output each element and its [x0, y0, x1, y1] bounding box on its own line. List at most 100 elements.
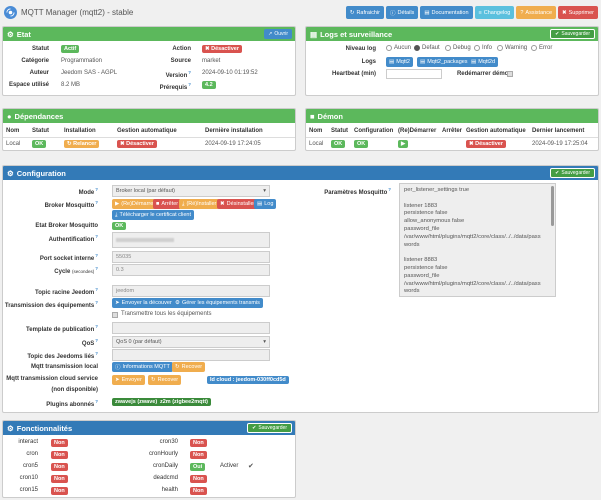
config-save-button[interactable]: ✔ Sauvegarder	[550, 168, 595, 178]
topic-racine-label: Topic racine Jeedom?	[35, 287, 98, 296]
broker-restart-button[interactable]: ▶ (Re)Démarrer	[112, 199, 159, 209]
statut-label: Statut	[32, 46, 49, 52]
prerequis-badge: 4.2	[202, 81, 216, 89]
topics-lies-input[interactable]	[112, 349, 270, 361]
help-icon: ?	[95, 200, 98, 205]
broker-log-button[interactable]: ▤ Log	[254, 199, 277, 209]
download-cert-button[interactable]: ⤓ Télécharger le certificat client	[112, 210, 194, 220]
authentification-input[interactable]	[112, 232, 270, 248]
logs-header: ▤ Logs et surveillance ✔ Sauvegarder	[306, 27, 598, 41]
log-level-aucun[interactable]: Aucun	[386, 45, 411, 51]
func-cron5-label: cron5	[22, 463, 38, 469]
manage-equipments-button[interactable]: ⚙ Gérer les équipements transmis	[172, 298, 263, 308]
fonctionnalites-panel: ⚙ Fonctionnalités ✔ Sauvegarder interact N…	[2, 420, 296, 498]
demon-start-button[interactable]: ▶	[398, 140, 409, 148]
demon-disable-button[interactable]: ✖ Désactiver	[466, 140, 506, 148]
dep-status-badge: OK	[32, 140, 47, 148]
changelog-button[interactable]: ≡ Changelog	[474, 6, 515, 19]
help-icon: ?	[95, 234, 98, 239]
dep-disable-button[interactable]: ✖ Désactiver	[117, 140, 157, 148]
heartbeat-label: Heartbeat (min)	[331, 71, 376, 77]
refresh-icon: ↻	[151, 377, 156, 383]
cloud-id-badge: Id cloud : jeedom-030ff0cd5d	[207, 376, 289, 384]
mode-select[interactable]: Broker local (par défaut) ▾	[112, 185, 270, 197]
template-input[interactable]	[112, 322, 270, 334]
delete-button[interactable]: ✖ Supprimer	[558, 6, 598, 19]
disable-plugin-button[interactable]: ✖ Désactiver	[202, 45, 242, 53]
send-discovery-button[interactable]: ➤ Envoyer la découverte	[112, 298, 180, 308]
params-mosquitto-textarea[interactable]: per_listener_settings true listener 1883 p…	[399, 183, 556, 297]
mqtt-plugin-icon	[4, 6, 17, 19]
demon-header: ■ Démon	[306, 109, 598, 123]
dep-col-gestion: Gestion automatique	[117, 128, 177, 134]
demon-status-badge: OK	[331, 140, 346, 148]
log-level-error[interactable]: Error	[531, 45, 552, 51]
log-mqtt2d-button[interactable]: ▤ Mqtt2d	[468, 57, 499, 67]
check-icon: ✔	[555, 31, 560, 37]
transmit-all-checkbox[interactable]	[112, 312, 118, 318]
log-level-info[interactable]: Info	[474, 45, 492, 51]
broker-stop-button[interactable]: ■ Arrêter	[153, 199, 182, 209]
heartbeat-input[interactable]	[386, 69, 442, 79]
cloud-send-button[interactable]: ➤ Envoyer	[112, 375, 145, 385]
details-button[interactable]: ⓘ Détails	[385, 6, 419, 19]
info-icon: ⓘ	[115, 365, 121, 371]
log-level-debug[interactable]: Debug	[445, 45, 471, 51]
activer-label: Activer	[220, 463, 239, 469]
params-lines: per_listener_settings true listener 1883 p…	[404, 187, 551, 296]
assistance-button[interactable]: ? Assistance	[516, 6, 557, 19]
fonctionnalites-save-button[interactable]: ✔ Sauvegarder	[247, 423, 292, 433]
activer-checkbox[interactable]: ✔	[248, 462, 254, 470]
cloud-sub-label: (non disponible)	[51, 387, 98, 393]
broker-label: Broker Mosquitto?	[44, 200, 98, 209]
scrollbar-thumb[interactable]	[551, 186, 554, 226]
broker-install-button[interactable]: ⤓ (Ré)Installer	[179, 199, 220, 209]
log-mqtt2-packages-button[interactable]: ▤ Mqtt2_packages	[417, 57, 471, 67]
logs-save-button[interactable]: ✔ Sauvegarder	[550, 29, 595, 39]
etat-broker-badge: OK	[112, 222, 127, 230]
redemarrer-demon-label: Redémarrer démon	[456, 71, 512, 77]
func-interact-label: interact	[18, 439, 38, 445]
func-cron15-label: cron15	[19, 487, 38, 493]
page-title: MQTT Manager (mqtt2) - stable	[21, 8, 134, 17]
dep-relaunch-button[interactable]: ↻ Relancer	[64, 140, 100, 148]
file-icon: ▤	[471, 59, 477, 65]
help-icon: ?	[188, 82, 191, 87]
help-icon: ?	[95, 324, 98, 329]
log-level-warning[interactable]: Warning	[497, 45, 527, 51]
documentation-button[interactable]: ▤ Documentation	[420, 6, 473, 19]
params-line: listener 1883	[404, 202, 438, 209]
broker-uninstall-button[interactable]: ✖ Désinstaller	[217, 199, 259, 209]
plugin-zwavejs-badge: zwavejs (zwave)	[112, 398, 161, 406]
params-line: words	[404, 241, 420, 248]
divider	[3, 137, 295, 138]
send-icon: ➤	[115, 377, 120, 383]
port-input[interactable]: 55035	[112, 251, 270, 263]
statut-badge: Actif	[61, 45, 80, 53]
params-line	[404, 195, 551, 203]
source-label: Source	[170, 58, 191, 64]
redemarrer-demon-checkbox[interactable]	[507, 71, 513, 77]
template-label: Template de publication?	[26, 324, 98, 333]
gears-icon: ⚙	[7, 423, 14, 433]
log-mqtt2-button[interactable]: ▤ Mqtt2	[386, 57, 413, 67]
download-icon: ⤓	[115, 211, 118, 218]
log-level-defaut[interactable]: Defaut	[414, 45, 440, 51]
func-cronhourly-badge: Non	[190, 451, 207, 459]
refresh-button[interactable]: ↻ Rafraichir	[345, 6, 384, 19]
configuration-header: ⚙ Configuration ✔ Sauvegarder	[3, 166, 598, 180]
open-button[interactable]: ↗ Ouvrir	[264, 29, 292, 39]
help-icon: ?	[95, 266, 98, 271]
params-line: password_file	[404, 225, 440, 232]
topic-racine-input[interactable]: jeedom	[112, 285, 270, 297]
stop-icon: ■	[156, 201, 160, 207]
cycle-input[interactable]: 0.3	[112, 264, 270, 276]
qos-select[interactable]: QoS 0 (par défaut) ▾	[112, 336, 270, 348]
info-icon: ⓘ	[389, 10, 396, 17]
dep-row-derniere: 2024-09-19 17:24:05	[205, 141, 261, 147]
mode-label: Mode?	[78, 187, 98, 196]
mqtt-info-button[interactable]: ⓘ Informations MQTT	[112, 362, 173, 372]
cloud-recover-button[interactable]: ↻ Recover	[148, 375, 182, 385]
mqtt-recover-button[interactable]: ↻ Recover	[172, 362, 206, 372]
auteur-label: Auteur	[29, 70, 49, 76]
